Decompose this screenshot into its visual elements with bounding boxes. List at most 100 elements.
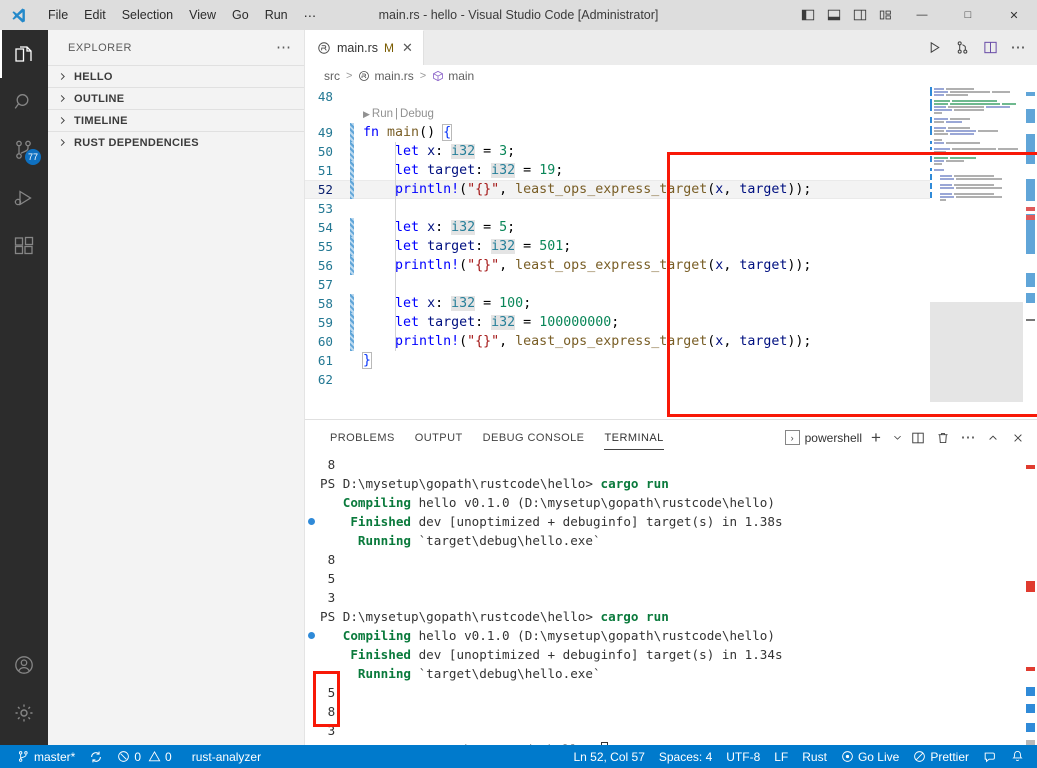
status-eol[interactable]: LF (767, 745, 795, 768)
code-line-51[interactable]: 51 let target: i32 = 19; (305, 161, 1037, 180)
new-terminal-button[interactable]: + (865, 427, 887, 449)
code-line-60[interactable]: 60 println!("{}", least_ops_express_targ… (305, 332, 1037, 351)
run-code-button[interactable] (921, 35, 947, 61)
code-line-57[interactable]: 57 (305, 275, 1037, 294)
split-editor-button[interactable] (977, 35, 1003, 61)
code-line-49[interactable]: 49 fn main() { (305, 123, 1037, 142)
terminal-dropdown-button[interactable] (890, 427, 904, 449)
codelens-debug-link[interactable]: Debug (400, 105, 434, 124)
close-panel-button[interactable] (1007, 427, 1029, 449)
toggle-panel-icon[interactable] (821, 0, 847, 30)
minimap-token (934, 168, 944, 171)
menu-edit[interactable]: Edit (76, 4, 114, 26)
menu-selection[interactable]: Selection (114, 4, 181, 26)
terminal-shell-selector[interactable]: › powershell (784, 430, 862, 445)
code-line-52[interactable]: 52 println!("{}", least_ops_express_targ… (305, 180, 1037, 199)
menu-go[interactable]: Go (224, 4, 257, 26)
window-controls[interactable]: — □ ✕ (795, 0, 1037, 30)
status-encoding[interactable]: UTF-8 (719, 745, 767, 768)
activity-item-explorer[interactable] (0, 30, 48, 78)
indent-guide (395, 142, 396, 161)
menu-view[interactable]: View (181, 4, 224, 26)
sidebar-item-timeline[interactable]: TIMELINE (48, 109, 304, 131)
chevron-right-icon (54, 71, 70, 82)
status-language-mode[interactable]: Rust (795, 745, 834, 768)
terminal-line: PS D:\mysetup\gopath\rustcode\hello> car… (305, 607, 1037, 626)
kill-terminal-button[interactable] (932, 427, 954, 449)
source-control-icon (17, 750, 30, 763)
codelens-run-link[interactable]: Run (372, 105, 393, 124)
sidebar-item-hello[interactable]: HELLO (48, 65, 304, 87)
terminal-command-marker (308, 632, 315, 639)
status-branch[interactable]: master* (10, 745, 82, 768)
activity-item-extensions[interactable] (0, 222, 48, 270)
status-sync[interactable] (82, 745, 110, 768)
overview-marker-cursor (1026, 319, 1035, 321)
activity-item-source-control[interactable]: 77 (0, 126, 48, 174)
close-button[interactable]: ✕ (991, 0, 1037, 30)
status-go-live[interactable]: Go Live (834, 745, 906, 768)
status-problems[interactable]: 0 0 (110, 745, 178, 768)
activity-item-manage[interactable] (0, 689, 48, 737)
line-number: 51 (317, 163, 333, 178)
sidebar-item-rust-dependencies[interactable]: RUST DEPENDENCIES (48, 131, 304, 153)
split-terminal-button[interactable] (907, 427, 929, 449)
code-line-62[interactable]: 62 (305, 370, 1037, 389)
terminal-output[interactable]: 8 PS D:\mysetup\gopath\rustcode\hello> ca… (305, 455, 1037, 746)
tab-main-rs[interactable]: main.rs M ✕ (305, 30, 424, 65)
tab-output[interactable]: OUTPUT (405, 420, 473, 455)
customize-layout-icon[interactable] (873, 0, 899, 30)
maximize-button[interactable]: □ (945, 0, 991, 30)
code-line-54[interactable]: 54 let x: i32 = 5; (305, 218, 1037, 237)
codelens-run-debug[interactable]: ▶ Run | Debug (305, 106, 1037, 123)
code-line-56[interactable]: 56 println!("{}", least_ops_express_targ… (305, 256, 1037, 275)
maximize-panel-button[interactable] (982, 427, 1004, 449)
code-line-55[interactable]: 55 let target: i32 = 501; (305, 237, 1037, 256)
minimize-button[interactable]: — (899, 0, 945, 30)
sidebar-item-outline[interactable]: OUTLINE (48, 87, 304, 109)
breadcrumb-item-symbol[interactable]: main (432, 69, 474, 83)
terminal-more-actions-button[interactable]: ⋯ (957, 427, 979, 449)
menu-run[interactable]: Run (257, 4, 296, 26)
editor-more-actions-button[interactable]: ⋯ (1005, 35, 1031, 61)
indent-guide (395, 237, 396, 256)
run-and-debug-button[interactable] (949, 35, 975, 61)
status-editor-position[interactable]: Ln 52, Col 57 (566, 745, 651, 768)
status-notifications[interactable] (1004, 745, 1031, 768)
minimap-slider[interactable] (930, 302, 1023, 402)
activity-item-search[interactable] (0, 78, 48, 126)
tab-problems[interactable]: PROBLEMS (320, 420, 405, 455)
status-indentation[interactable]: Spaces: 4 (652, 745, 719, 768)
terminal-line: 5 (305, 569, 1037, 588)
editor-minimap[interactable] (930, 87, 1023, 449)
menu-more[interactable]: ⋯ (296, 4, 325, 27)
line-number: 60 (317, 334, 333, 349)
toggle-primary-sidebar-icon[interactable] (795, 0, 821, 30)
code-line-50[interactable]: 50 let x: i32 = 3; (305, 142, 1037, 161)
status-rust-analyzer[interactable]: rust-analyzer (185, 745, 268, 768)
status-bar-right: Ln 52, Col 57 Spaces: 4 UTF-8 LF Rust Go… (566, 745, 1037, 768)
tab-debug-console[interactable]: DEBUG CONSOLE (473, 420, 595, 455)
breadcrumb-item-file[interactable]: main.rs (358, 69, 414, 83)
activity-item-run-and-debug[interactable] (0, 174, 48, 222)
code-line-59[interactable]: 59 let target: i32 = 100000000; (305, 313, 1037, 332)
terminal-scrollbar[interactable] (1023, 455, 1037, 748)
code-line-58[interactable]: 58 let x: i32 = 100; (305, 294, 1037, 313)
editor-overview-ruler[interactable] (1023, 87, 1037, 449)
vscode-logo-icon (0, 7, 36, 24)
toggle-secondary-sidebar-icon[interactable] (847, 0, 873, 30)
breadcrumb-file-label: main.rs (374, 69, 414, 83)
close-icon[interactable]: ✕ (402, 40, 413, 56)
code-line-61[interactable]: 61 } (305, 351, 1037, 370)
status-prettier[interactable]: Prettier (906, 745, 976, 768)
menu-bar[interactable]: File Edit Selection View Go Run ⋯ (40, 4, 324, 27)
code-line-48[interactable]: 48 (305, 87, 1037, 106)
breadcrumb-item-src[interactable]: src (324, 69, 340, 83)
menu-file[interactable]: File (40, 4, 76, 26)
activity-item-accounts[interactable] (0, 641, 48, 689)
status-feedback[interactable] (976, 745, 1004, 768)
tab-terminal[interactable]: TERMINAL (594, 420, 673, 455)
code-editor[interactable]: 48 ▶ Run | Debug 49 fn main() { 50 let x… (305, 87, 1037, 449)
sidebar-more-actions-icon[interactable]: ⋯ (276, 40, 292, 55)
code-line-53[interactable]: 53 (305, 199, 1037, 218)
